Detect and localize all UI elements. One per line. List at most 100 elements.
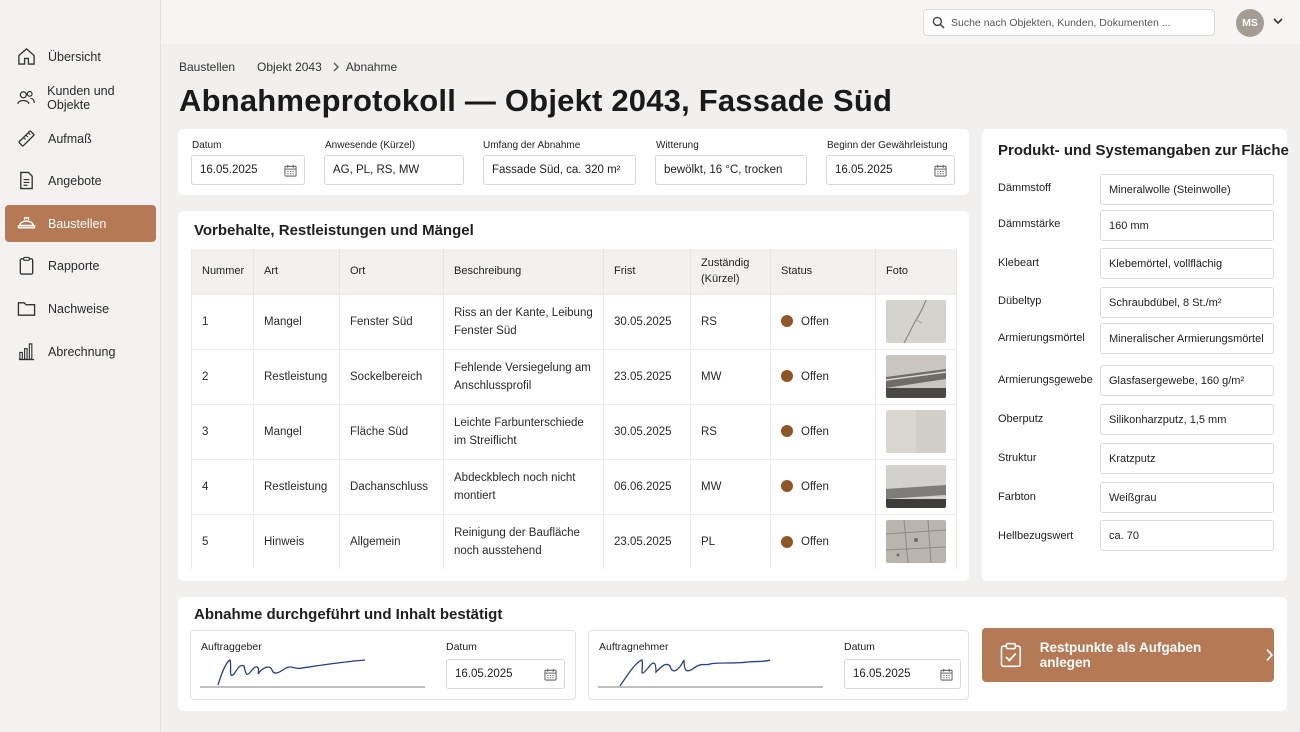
cell-art: Hinweis (253, 513, 340, 569)
product-field-armierungsgewebe[interactable]: Glasfasergewebe, 160 g/m² (1100, 365, 1274, 396)
sidebar-item-label: Kunden und Objekte (47, 83, 115, 112)
product-field-oberputz[interactable]: Silikonharzputz, 1,5 mm (1100, 404, 1274, 435)
cell-beschreibung: Leichte Farbunterschiede im Streiflicht (443, 403, 604, 459)
paving-photo-thumbnail[interactable] (886, 520, 946, 564)
table-row[interactable]: 3 Mangel Fläche Süd Leichte Farbuntersch… (191, 403, 957, 459)
avatar[interactable]: MS (1236, 9, 1264, 37)
auftragnehmer-signature[interactable] (598, 652, 823, 690)
product-label-armierungsmoertel: Armierungsmörtel (998, 332, 1085, 344)
profile-photo-thumbnail[interactable] (886, 355, 946, 398)
create-tasks-label: Restpunkte als Aufgaben anlegen (1039, 640, 1202, 670)
status-dot (781, 370, 793, 383)
cell-zustaendig: RS (690, 293, 771, 349)
column-header-art[interactable]: Art (253, 249, 340, 294)
cell-ort: Fläche Süd (339, 403, 444, 459)
column-header-frist[interactable]: Frist (603, 249, 691, 294)
sidebar-item-label: Nachweise (48, 301, 110, 316)
search-input[interactable]: Suche nach Objekten, Kunden, Dokumenten … (923, 9, 1215, 36)
table-row[interactable]: 1 Mangel Fenster Süd Riss an der Kante, … (191, 293, 957, 349)
create-tasks-button[interactable]: Restpunkte als Aufgaben anlegen (982, 628, 1274, 682)
sidebar-item-label: Aufmaß (48, 131, 92, 146)
cell-zustaendig: RS (690, 403, 771, 459)
calendar-icon[interactable] (544, 668, 557, 681)
calendar-icon[interactable] (934, 164, 947, 177)
cell-beschreibung: Riss an der Kante, Leibung Fenster Süd (443, 293, 604, 349)
column-header-nummer[interactable]: Nummer (191, 249, 254, 294)
breadcrumb-item-baustellen[interactable]: Baustellen (179, 60, 235, 74)
sidebar-item-label: Rapporte (48, 258, 100, 273)
flashing-photo-thumbnail[interactable] (886, 465, 946, 508)
auftraggeber-datum-field[interactable]: 16.05.2025 (446, 659, 565, 689)
clipboard-check-icon (1000, 642, 1022, 668)
calendar-icon[interactable] (940, 668, 953, 681)
table-row[interactable]: 2 Restleistung Sockelbereich Fehlende Ve… (191, 348, 957, 404)
gewaehrleistung-field[interactable]: 16.05.2025 (826, 155, 955, 185)
status-dot (781, 315, 793, 328)
defects-table: Nummer Art Ort Beschreibung Frist Zustän… (191, 249, 957, 569)
cell-zustaendig: MW (690, 348, 771, 404)
sidebar-item-kunden[interactable]: Kunden und Objekte (5, 79, 156, 116)
product-field-klebeart[interactable]: Klebemörtel, vollflächig (1100, 248, 1274, 279)
sidebar-item-rapporte[interactable]: Rapporte (5, 247, 156, 284)
sidebar-item-nachweise[interactable]: Nachweise (5, 290, 156, 327)
product-label-farbton: Farbton (998, 491, 1036, 503)
construction-icon (17, 217, 36, 229)
sidebar-item-baustellen[interactable]: Baustellen (5, 205, 156, 242)
plaster-photo-thumbnail[interactable] (886, 410, 946, 453)
cell-status: Offen (770, 293, 876, 349)
datum-label: Datum (192, 140, 222, 151)
cell-ort: Fenster Süd (339, 293, 444, 349)
sidebar-item-aufmass[interactable]: Aufmaß (5, 120, 156, 157)
product-label-klebeart: Klebeart (998, 257, 1039, 269)
product-label-daemmstoff: Dämmstoff (998, 182, 1051, 194)
cell-frist: 30.05.2025 (603, 403, 691, 459)
column-header-zustaendig[interactable]: Zuständig (Kürzel) (690, 249, 771, 294)
cell-nummer: 3 (191, 403, 254, 459)
product-field-armierungsmoertel[interactable]: Mineralischer Armierungsmörtel (1100, 323, 1274, 354)
table-row[interactable]: 4 Restleistung Dachanschluss Abdeckblech… (191, 458, 957, 514)
status-dot (781, 480, 793, 493)
product-field-hellbezugswert[interactable]: ca. 70 (1100, 520, 1274, 551)
column-header-foto[interactable]: Foto (875, 249, 957, 294)
sidebar-item-uebersicht[interactable]: Übersicht (5, 38, 156, 75)
product-field-daemmstaerke[interactable]: 160 mm (1100, 210, 1274, 241)
cell-ort: Allgemein (339, 513, 444, 569)
product-label-duebeltyp: Dübeltyp (998, 295, 1042, 307)
cell-status: Offen (770, 458, 876, 514)
crack-photo-thumbnail[interactable] (886, 300, 946, 343)
calendar-icon[interactable] (284, 164, 297, 177)
cell-frist: 23.05.2025 (603, 513, 691, 569)
chevron-down-icon[interactable] (1272, 15, 1284, 27)
auftragnehmer-datum-field[interactable]: 16.05.2025 (844, 659, 961, 689)
product-field-daemmstoff[interactable]: Mineralwolle (Steinwolle) (1100, 174, 1274, 205)
column-header-beschreibung[interactable]: Beschreibung (443, 249, 604, 294)
witterung-field[interactable]: bewölkt, 16 °C, trocken (655, 155, 807, 185)
umfang-field[interactable]: Fassade Süd, ca. 320 m² (483, 155, 636, 185)
anwesende-field[interactable]: AG, PL, RS, MW (324, 155, 464, 185)
status-text: Offen (801, 535, 829, 548)
home-icon (18, 48, 35, 65)
table-row[interactable]: 5 Hinweis Allgemein Reinigung der Bauflä… (191, 513, 957, 569)
sidebar-item-angebote[interactable]: Angebote (5, 162, 156, 199)
umfang-label: Umfang der Abnahme (483, 140, 581, 151)
sidebar-item-abrechnung[interactable]: Abrechnung (5, 333, 156, 370)
cell-ort: Sockelbereich (339, 348, 444, 404)
auftraggeber-signature[interactable] (200, 652, 425, 690)
column-header-status[interactable]: Status (770, 249, 876, 294)
confirmation-title: Abnahme durchgeführt und Inhalt bestätig… (194, 606, 503, 623)
product-label-armierungsgewebe: Armierungsgewebe (998, 374, 1093, 386)
breadcrumb-item-objekt[interactable]: Objekt 2043 (257, 60, 322, 74)
status-text: Offen (801, 425, 829, 438)
product-field-farbton[interactable]: Weißgrau (1100, 482, 1274, 513)
datum-field[interactable]: 16.05.2025 (191, 155, 305, 185)
column-header-ort[interactable]: Ort (339, 249, 444, 294)
product-field-struktur[interactable]: Kratzputz (1100, 443, 1274, 474)
status-dot (781, 425, 793, 438)
defects-title: Vorbehalte, Restleistungen und Mängel (194, 222, 474, 239)
users-icon (17, 90, 35, 105)
cell-frist: 06.06.2025 (603, 458, 691, 514)
product-field-duebeltyp[interactable]: Schraubdübel, 8 St./m² (1100, 287, 1274, 318)
bar-chart-icon (18, 343, 35, 361)
cell-beschreibung: Abdeckblech noch nicht montiert (443, 458, 604, 514)
cell-zustaendig: MW (690, 458, 771, 514)
